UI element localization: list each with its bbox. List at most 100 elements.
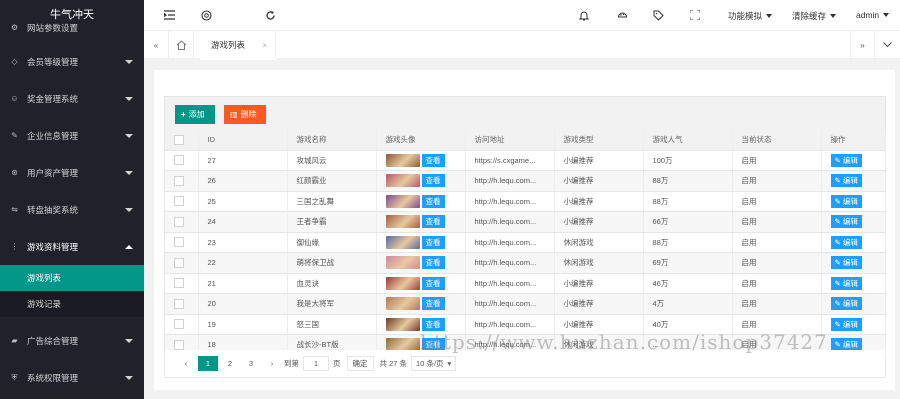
row-checkbox[interactable] xyxy=(174,155,184,166)
close-icon[interactable]: × xyxy=(262,41,267,50)
total-count: 共 27 条 xyxy=(379,359,408,368)
tab-game-list[interactable]: 游戏列表 × xyxy=(200,31,276,60)
view-button[interactable]: 查看 xyxy=(421,276,445,290)
view-button[interactable]: 查看 xyxy=(421,235,445,249)
add-button[interactable]: + 添加 xyxy=(175,105,215,124)
row-select-cell xyxy=(165,293,199,315)
view-button[interactable]: 查看 xyxy=(421,194,445,208)
goto-page-input[interactable]: 1 xyxy=(303,356,329,371)
row-select-cell xyxy=(165,232,199,253)
pencil-icon: ✎ xyxy=(834,196,843,206)
add-button-label: 添加 xyxy=(188,110,205,119)
view-button[interactable]: 查看 xyxy=(421,153,445,167)
popularity-cell: 88万 xyxy=(643,170,733,192)
clear-cache-menu[interactable]: 清除缓存 xyxy=(792,10,837,22)
chevron-down-icon xyxy=(125,338,133,343)
edit-button[interactable]: ✎ 编辑 xyxy=(830,317,862,331)
sidebar-item-company[interactable]: ✎ 企业信息管理 xyxy=(0,117,144,154)
game-avatar-thumbnail xyxy=(385,276,420,290)
user-menu[interactable]: admin xyxy=(856,10,890,20)
action-cell: ✎ 编辑 xyxy=(821,232,886,253)
row-checkbox[interactable] xyxy=(174,319,184,330)
view-button[interactable]: 查看 xyxy=(421,215,445,229)
chevron-down-icon xyxy=(125,96,133,101)
edit-button[interactable]: ✎ 编辑 xyxy=(830,153,862,167)
refresh-icon[interactable] xyxy=(264,9,276,21)
row-checkbox[interactable] xyxy=(174,257,184,268)
page-button[interactable]: 2 xyxy=(221,356,239,371)
edit-button[interactable]: ✎ 编辑 xyxy=(830,194,862,208)
more-icon: ⋮ xyxy=(10,242,19,251)
avatar-cell: 查看 xyxy=(376,150,466,171)
bell-icon[interactable] xyxy=(578,9,590,21)
table-row: 26 红颜霸业 查看 http://h.lequ.com... 小编推荐 88万 启用 ✎ 编… xyxy=(165,170,886,192)
page-button[interactable]: 1 xyxy=(198,356,218,371)
sidebar-item-games[interactable]: ⋮ 游戏资料管理 xyxy=(0,228,144,265)
column-header[interactable]: 游戏类型 xyxy=(554,130,644,151)
status-cell: 启用 xyxy=(732,232,822,253)
sidebar-subitem-game-list[interactable]: 游戏列表 xyxy=(0,265,144,291)
column-header[interactable]: 操作 xyxy=(821,130,886,151)
tag-icon[interactable] xyxy=(652,9,664,21)
column-header[interactable]: 游戏人气 xyxy=(643,130,733,151)
next-page-button[interactable]: › xyxy=(263,356,281,371)
edit-button[interactable]: ✎ 编辑 xyxy=(830,215,862,229)
sidebar-item-site-settings[interactable]: ⚙ 网站参数设置 xyxy=(0,12,144,43)
edit-button[interactable]: ✎ 编辑 xyxy=(830,297,862,311)
column-header[interactable]: ID xyxy=(198,130,288,151)
select-all-checkbox[interactable] xyxy=(174,134,184,145)
column-header[interactable]: 游戏头像 xyxy=(376,130,466,151)
tabs-dropdown-button[interactable] xyxy=(875,31,900,59)
sidebar-item-label: 转盘抽奖系统 xyxy=(27,204,79,215)
table-row: 20 我是大将军 查看 http://h.lequ.com... 小编推荐 4万 启用 ✎ 编… xyxy=(165,293,886,315)
popularity-cell: 66万 xyxy=(643,211,733,233)
row-checkbox[interactable] xyxy=(174,216,184,227)
page-size-select[interactable]: 10 条/页 ▾ xyxy=(411,356,457,371)
goto-confirm-button[interactable]: 确定 xyxy=(346,356,374,371)
sidebar-item-bonus[interactable]: ☺ 奖金管理系统 xyxy=(0,80,144,117)
globe-icon[interactable] xyxy=(200,9,212,21)
sidebar-item-permissions[interactable]: ⛨ 系统权限管理 xyxy=(0,359,144,396)
chevron-down-icon xyxy=(883,42,892,48)
prev-page-button[interactable]: ‹ xyxy=(177,356,195,371)
view-button[interactable]: 查看 xyxy=(421,297,445,311)
theme-icon[interactable] xyxy=(616,9,628,21)
row-checkbox[interactable] xyxy=(174,237,184,248)
row-checkbox[interactable] xyxy=(174,175,184,186)
column-header[interactable]: 访问地址 xyxy=(465,130,555,151)
pagination: ‹ 1 2 3 › 到第 1 页 确定 共 27 条 10 条/页 ▾ xyxy=(165,350,885,377)
pencil-icon: ✎ xyxy=(834,258,843,268)
type-cell: 小编推荐 xyxy=(554,191,644,212)
row-checkbox[interactable] xyxy=(174,298,184,309)
simulate-menu[interactable]: 功能模拟 xyxy=(728,10,773,22)
edit-button[interactable]: ✎ 编辑 xyxy=(830,256,862,270)
edit-button[interactable]: ✎ 编辑 xyxy=(830,276,862,290)
sidebar-item-assets[interactable]: ⊛ 用户资产管理 xyxy=(0,154,144,191)
game-avatar-thumbnail xyxy=(385,256,420,270)
tabs-scroll-left-button[interactable]: « xyxy=(144,31,169,59)
sidebar-item-wheel[interactable]: ⇋ 转盘抽奖系统 xyxy=(0,191,144,228)
delete-button[interactable]: ▥ 删除 xyxy=(224,105,266,124)
view-button[interactable]: 查看 xyxy=(421,256,445,270)
fullscreen-icon[interactable] xyxy=(689,9,701,21)
sidebar-item-ads[interactable]: ▰ 广告综合管理 xyxy=(0,322,144,359)
column-header[interactable]: 游戏名称 xyxy=(287,130,377,151)
row-checkbox[interactable] xyxy=(174,339,184,350)
edit-button[interactable]: ✎ 编辑 xyxy=(830,174,862,188)
page-button[interactable]: 3 xyxy=(242,356,260,371)
row-checkbox[interactable] xyxy=(174,278,184,289)
home-tab-button[interactable] xyxy=(169,31,194,59)
smile-icon: ☺ xyxy=(10,94,19,103)
edit-button-label: 编辑 xyxy=(842,155,858,165)
menu-fold-icon[interactable] xyxy=(163,9,175,21)
sidebar-subitem-game-records[interactable]: 游戏记录 xyxy=(0,291,144,317)
tabs-scroll-right-button[interactable]: » xyxy=(850,31,875,59)
sidebar-item-member-levels[interactable]: ◇ 会员等级管理 xyxy=(0,43,144,80)
sidebar-submenu: 游戏列表 游戏记录 xyxy=(0,265,144,317)
row-checkbox[interactable] xyxy=(174,196,184,207)
column-header[interactable]: 当前状态 xyxy=(732,130,822,151)
url-cell: http://h.lequ.com... xyxy=(465,293,555,315)
view-button[interactable]: 查看 xyxy=(421,317,445,331)
view-button[interactable]: 查看 xyxy=(421,174,445,188)
edit-button[interactable]: ✎ 编辑 xyxy=(830,235,862,249)
